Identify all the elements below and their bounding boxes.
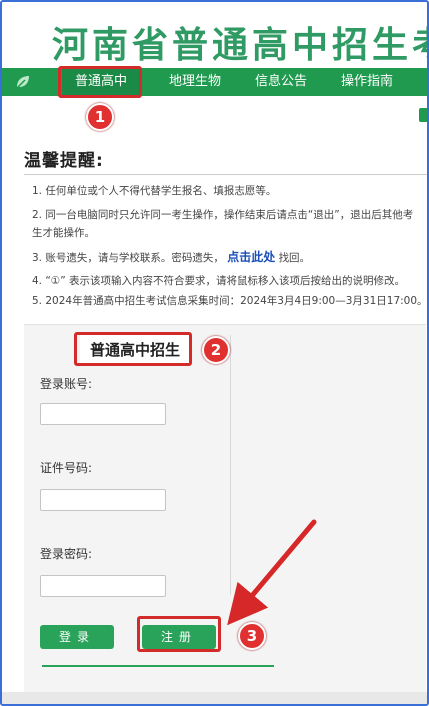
page-footer-strip [2,692,427,704]
pointer-arrow-icon [227,519,317,626]
browser-frame: 河南省普通高中招生考 普通高中 地理生物 信息公告 操作指南 1 温馨提醒: 1… [0,0,429,706]
